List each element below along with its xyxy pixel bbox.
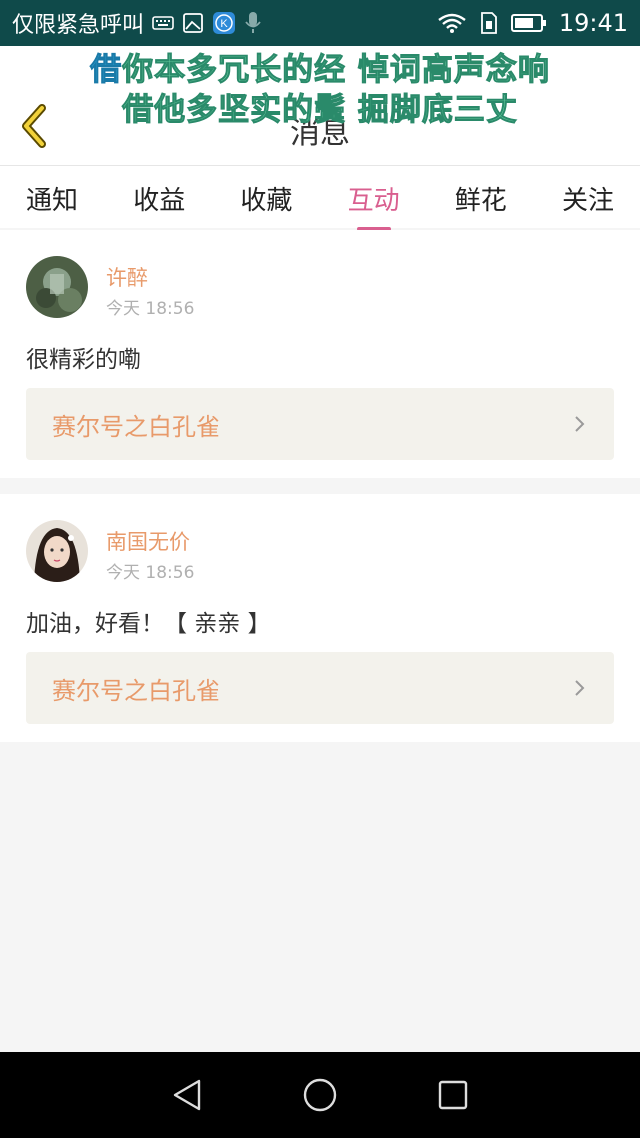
- tab-following[interactable]: 关注: [562, 180, 614, 217]
- tab-favorites[interactable]: 收藏: [240, 180, 292, 217]
- message-card: 南国无价 今天 18:56 加油，好看！【 亲亲 】 赛尔号之白孔雀: [0, 494, 640, 742]
- triangle-back-icon: [173, 1079, 200, 1111]
- timestamp: 今天 18:56: [106, 299, 195, 319]
- message-card: 许醉 今天 18:56 很精彩的嘞 赛尔号之白孔雀: [0, 230, 640, 478]
- lyric-line-1: 借你本多冗长的经 悼词高声念响: [0, 50, 640, 90]
- square-recents-icon: [439, 1080, 468, 1110]
- avatar[interactable]: [26, 256, 88, 318]
- carrier-text: 仅限紧急呼叫: [12, 13, 145, 38]
- mic-icon: [244, 11, 262, 35]
- status-right: 19:41: [437, 9, 628, 37]
- svg-text:K: K: [220, 18, 228, 30]
- nav-back-button[interactable]: [165, 1073, 209, 1117]
- timestamp: 今天 18:56: [106, 563, 195, 583]
- battery-icon: [510, 13, 547, 33]
- status-bar: 仅限紧急呼叫 K 19:41: [0, 0, 640, 46]
- system-nav-bar: [0, 1052, 640, 1138]
- k-app-icon: K: [212, 11, 236, 35]
- referenced-work[interactable]: 赛尔号之白孔雀: [26, 388, 614, 460]
- tab-interactions[interactable]: 互动: [348, 180, 400, 217]
- sim-icon: [479, 11, 499, 35]
- avatar[interactable]: [26, 520, 88, 582]
- nav-home-button[interactable]: [298, 1073, 342, 1117]
- comment-text: 加油，好看！【 亲亲 】: [26, 611, 271, 637]
- referenced-work-title: 赛尔号之白孔雀: [52, 412, 220, 441]
- status-left: 仅限紧急呼叫 K: [12, 7, 437, 39]
- tab-bar: 通知 收益 收藏 互动 鲜花 关注: [0, 166, 640, 228]
- keyboard-icon: [152, 15, 174, 31]
- lyric-line-1-text: 你本多冗长的经 悼词高声念响: [122, 52, 550, 89]
- header: 消息 借你本多冗长的经 悼词高声念响 借他多坚实的鬓 掘脚底三丈: [0, 46, 640, 166]
- wifi-icon: [437, 12, 467, 34]
- comment-text: 很精彩的嘞: [26, 347, 141, 373]
- image-icon: [182, 12, 204, 34]
- referenced-work-title: 赛尔号之白孔雀: [52, 676, 220, 705]
- circle-home-icon: [303, 1078, 337, 1112]
- nav-recents-button[interactable]: [431, 1073, 475, 1117]
- tab-notifications[interactable]: 通知: [26, 180, 78, 217]
- status-time: 19:41: [558, 9, 628, 37]
- user-name[interactable]: 许醉: [106, 262, 148, 292]
- lyric-highlight: 借: [90, 52, 123, 89]
- user-name[interactable]: 南国无价: [106, 526, 190, 556]
- referenced-work[interactable]: 赛尔号之白孔雀: [26, 652, 614, 724]
- chevron-right-icon: [570, 415, 588, 433]
- page-title: 消息: [290, 116, 350, 151]
- chevron-right-icon: [570, 679, 588, 697]
- tab-flowers[interactable]: 鲜花: [455, 180, 507, 217]
- tab-earnings[interactable]: 收益: [133, 180, 185, 217]
